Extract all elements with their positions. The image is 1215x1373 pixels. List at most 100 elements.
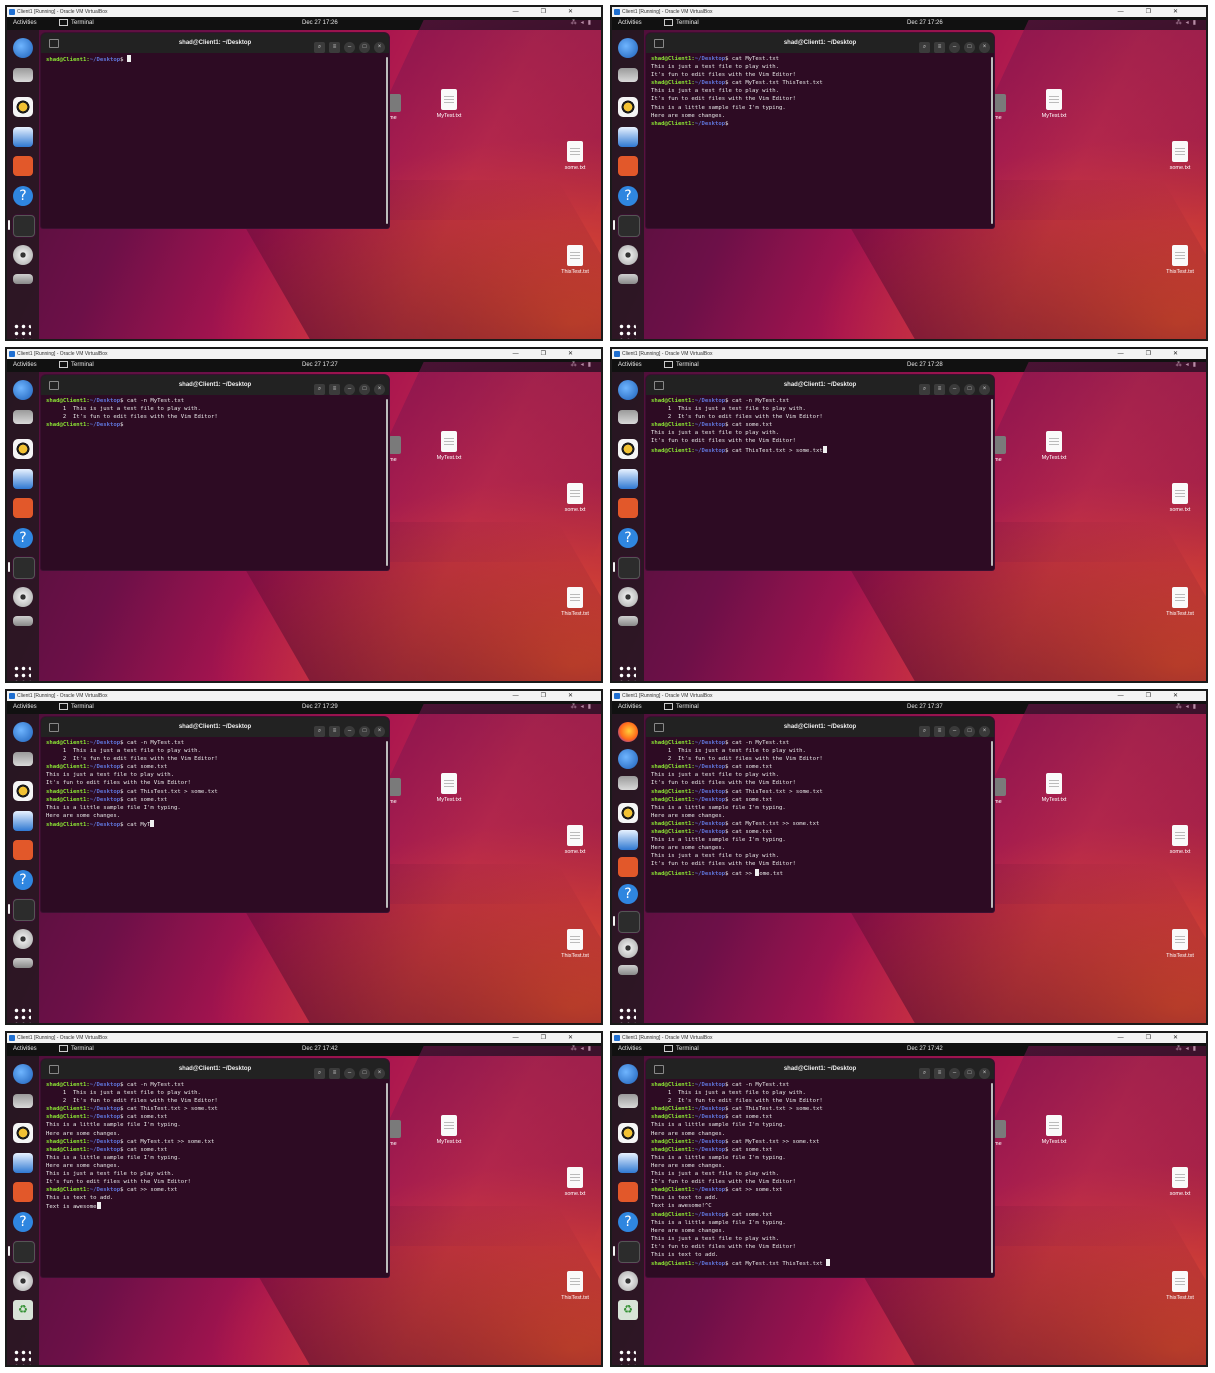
desktop-file[interactable]: some.txt	[1160, 825, 1200, 855]
maximize-icon[interactable]: □	[359, 1068, 370, 1079]
thunderbird-icon[interactable]	[13, 722, 33, 742]
desktop-item-partial[interactable]: me	[389, 94, 401, 121]
close-button[interactable]: ✕	[568, 1035, 595, 1041]
search-icon[interactable]: ⌕	[314, 1068, 325, 1079]
terminal-output[interactable]: shad@Client1:~/Desktop$ cat -n MyTest.tx…	[41, 395, 389, 431]
terminal-output[interactable]: shad@Client1:~/Desktop$ cat -n MyTest.tx…	[41, 1079, 389, 1214]
search-icon[interactable]: ⌕	[919, 42, 930, 53]
help-icon[interactable]: ?	[618, 884, 638, 904]
terminal-window[interactable]: shad@Client1: ~/Desktop ⌕ ≡ – □ × shad@Client1…	[646, 1059, 994, 1277]
clock[interactable]: Dec 27 17:37	[907, 701, 943, 714]
writer-icon[interactable]	[13, 468, 33, 489]
desktop-item-partial[interactable]: me	[389, 436, 401, 463]
files-icon[interactable]	[618, 776, 638, 790]
terminal-icon[interactable]	[618, 557, 640, 579]
disc-icon[interactable]	[13, 928, 33, 949]
desktop-file[interactable]: ThisTest.txt	[555, 929, 595, 959]
restore-button[interactable]: ❐	[541, 351, 568, 357]
writer-icon[interactable]	[13, 810, 33, 831]
help-icon[interactable]: ?	[13, 1211, 33, 1232]
restore-button[interactable]: ❐	[541, 9, 568, 15]
search-icon[interactable]: ⌕	[919, 384, 930, 395]
minimize-icon[interactable]: –	[949, 42, 960, 53]
show-apps-icon[interactable]	[618, 1007, 636, 1023]
menu-icon[interactable]: ≡	[329, 42, 340, 53]
desktop-file[interactable]: ThisTest.txt	[1160, 929, 1200, 959]
desktop-file[interactable]: ThisTest.txt	[555, 587, 595, 617]
drive-icon[interactable]	[13, 958, 33, 968]
show-apps-icon[interactable]	[13, 665, 31, 681]
new-tab-icon[interactable]	[49, 381, 59, 390]
desktop-file[interactable]: some.txt	[1160, 483, 1200, 513]
app-menu-terminal[interactable]: Terminal	[664, 17, 699, 30]
new-tab-icon[interactable]	[654, 723, 664, 732]
thunderbird-icon[interactable]	[618, 749, 638, 769]
menu-icon[interactable]: ≡	[329, 1068, 340, 1079]
restore-button[interactable]: ❐	[541, 693, 568, 699]
desktop-file[interactable]: MyTest.txt	[429, 431, 469, 461]
terminal-output[interactable]: shad@Client1:~/Desktop$ cat -n MyTest.tx…	[646, 1079, 994, 1270]
maximize-icon[interactable]: □	[964, 726, 975, 737]
app-menu-terminal[interactable]: Terminal	[59, 17, 94, 30]
minimize-button[interactable]: —	[513, 693, 541, 699]
desktop-file[interactable]: ThisTest.txt	[1160, 587, 1200, 617]
terminal-icon[interactable]	[13, 1241, 35, 1263]
disc-icon[interactable]	[618, 1270, 638, 1291]
desktop-file[interactable]: some.txt	[555, 141, 595, 171]
disc-icon[interactable]	[13, 1270, 33, 1291]
terminal-window[interactable]: shad@Client1: ~/Desktop ⌕ ≡ – □ × shad@Client1…	[646, 375, 994, 570]
close-button[interactable]: ✕	[1173, 1035, 1200, 1041]
clock[interactable]: Dec 27 17:27	[302, 359, 338, 372]
files-icon[interactable]	[618, 409, 638, 424]
disc-icon[interactable]	[618, 244, 638, 265]
activities-button[interactable]: Activities	[618, 1043, 642, 1056]
maximize-icon[interactable]: □	[964, 42, 975, 53]
close-icon[interactable]: ×	[374, 1068, 385, 1079]
close-icon[interactable]: ×	[374, 42, 385, 53]
terminal-scrollbar[interactable]	[991, 399, 993, 566]
terminal-scrollbar[interactable]	[386, 399, 388, 566]
clock[interactable]: Dec 27 17:29	[302, 701, 338, 714]
help-icon[interactable]: ?	[618, 185, 638, 206]
app-center-icon[interactable]	[13, 156, 33, 176]
activities-button[interactable]: Activities	[13, 701, 37, 714]
close-icon[interactable]: ×	[979, 1068, 990, 1079]
desktop-file[interactable]: ThisTest.txt	[1160, 245, 1200, 275]
help-icon[interactable]: ?	[13, 185, 33, 206]
app-menu-terminal[interactable]: Terminal	[664, 359, 699, 372]
desktop-file[interactable]: some.txt	[555, 483, 595, 513]
minimize-button[interactable]: —	[513, 1035, 541, 1041]
app-center-icon[interactable]	[618, 857, 638, 877]
terminal-scrollbar[interactable]	[386, 1083, 388, 1273]
writer-icon[interactable]	[618, 468, 638, 489]
rhythmbox-icon[interactable]	[618, 97, 638, 117]
desktop-file[interactable]: ThisTest.txt	[555, 1271, 595, 1301]
maximize-icon[interactable]: □	[359, 42, 370, 53]
terminal-window[interactable]: shad@Client1: ~/Desktop ⌕ ≡ – □ × shad@Client1…	[41, 375, 389, 570]
thunderbird-icon[interactable]	[13, 380, 33, 400]
disc-icon[interactable]	[13, 586, 33, 607]
maximize-icon[interactable]: □	[964, 384, 975, 395]
new-tab-icon[interactable]	[654, 1065, 664, 1074]
disc-icon[interactable]	[618, 938, 638, 958]
desktop-item-partial[interactable]: me	[994, 1120, 1006, 1147]
thunderbird-icon[interactable]	[618, 1064, 638, 1084]
terminal-window[interactable]: shad@Client1: ~/Desktop ⌕ ≡ – □ × shad@Client1…	[41, 33, 389, 228]
drive-icon[interactable]	[13, 274, 33, 284]
disc-icon[interactable]	[13, 244, 33, 265]
menu-icon[interactable]: ≡	[934, 42, 945, 53]
show-apps-icon[interactable]	[13, 323, 31, 339]
maximize-icon[interactable]: □	[964, 1068, 975, 1079]
drive-icon[interactable]	[618, 274, 638, 284]
close-button[interactable]: ✕	[1173, 351, 1200, 357]
minimize-button[interactable]: —	[513, 9, 541, 15]
writer-icon[interactable]	[618, 126, 638, 147]
trash-icon[interactable]: ♻	[618, 1300, 638, 1320]
help-icon[interactable]: ?	[618, 1211, 638, 1232]
desktop-item-partial[interactable]: me	[994, 436, 1006, 463]
help-icon[interactable]: ?	[13, 869, 33, 890]
new-tab-icon[interactable]	[654, 39, 664, 48]
terminal-icon[interactable]	[13, 899, 35, 921]
terminal-scrollbar[interactable]	[991, 741, 993, 908]
close-icon[interactable]: ×	[979, 42, 990, 53]
